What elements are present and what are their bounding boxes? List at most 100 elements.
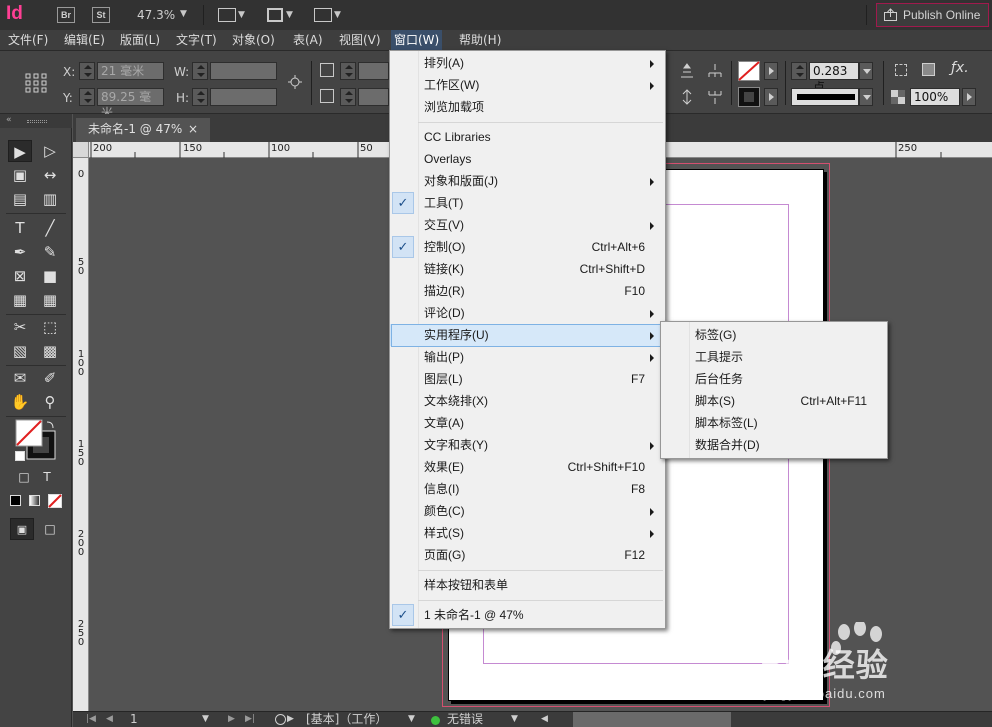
menu-item-pages[interactable]: 页面(G) F12	[390, 544, 665, 566]
previous-page-icon[interactable]: ◀	[106, 712, 113, 727]
zoom-dropdown-icon[interactable]: ▼	[180, 9, 187, 19]
frame-fitting-icon[interactable]	[895, 64, 907, 76]
zoom-level[interactable]: 47.3%	[137, 8, 175, 22]
reference-point-icon[interactable]	[25, 73, 47, 93]
menu-item-styles[interactable]: 样式(S)	[390, 522, 665, 544]
distribute-icon[interactable]	[679, 63, 695, 79]
menu-item-info[interactable]: 信息(I) F8	[390, 478, 665, 500]
menu-item-tools[interactable]: ✓ 工具(T)	[390, 192, 665, 214]
open-page-icon[interactable]	[275, 714, 286, 725]
menu-item-stroke[interactable]: 描边(R) F10	[390, 280, 665, 302]
drop-shadow-icon[interactable]	[922, 63, 935, 76]
gradient-feather-tool-icon[interactable]: ▩	[38, 340, 62, 362]
screen-mode-caret-icon[interactable]: ▼	[286, 10, 293, 20]
arrange-documents-caret-icon[interactable]: ▼	[334, 10, 341, 20]
format-container-icon[interactable]: □	[12, 466, 36, 488]
scale-y-stepper[interactable]	[340, 88, 356, 106]
content-placer-icon[interactable]: ▥	[38, 188, 62, 210]
preflight-dropdown-icon[interactable]: ▼	[511, 712, 518, 727]
align-icon[interactable]	[679, 89, 695, 105]
opacity-flyout[interactable]	[962, 88, 976, 106]
menu-item-articles[interactable]: 文章(A)	[390, 412, 665, 434]
fill-none-swatch-icon[interactable]	[738, 61, 760, 81]
w-stepper[interactable]	[192, 62, 208, 80]
rectangle-frame-tool-icon[interactable]: ⊠	[8, 265, 32, 287]
stroke-type-caret[interactable]	[859, 88, 873, 106]
content-collector-icon[interactable]: ▤	[8, 188, 32, 210]
stroke-weight-stepper[interactable]	[791, 62, 807, 80]
type-tool-icon[interactable]: T	[8, 217, 32, 239]
menu-file[interactable]: 文件(F)	[5, 30, 51, 50]
menu-item-effects[interactable]: 效果(E) Ctrl+Shift+F10	[390, 456, 665, 478]
master-dropdown-icon[interactable]: ▼	[408, 712, 415, 727]
horizontal-scrollbar[interactable]	[573, 712, 731, 727]
y-position-field[interactable]: 89.25 毫米	[97, 88, 164, 120]
scroll-left-icon[interactable]: ◀	[541, 712, 548, 727]
selection-tool-icon[interactable]: ▶	[8, 140, 32, 162]
menu-item-text-wrap[interactable]: 文本绕排(X)	[390, 390, 665, 412]
select-container-icon[interactable]	[706, 63, 724, 79]
menu-item-control[interactable]: ✓ 控制(O) Ctrl+Alt+6	[390, 236, 665, 258]
opacity-field[interactable]: 100%	[910, 88, 960, 106]
scale-y-field[interactable]	[358, 88, 389, 106]
submenu-item-script-label[interactable]: 脚本标签(L)	[661, 412, 887, 434]
x-position-field[interactable]: 21 毫米	[97, 62, 164, 80]
pencil-tool-icon[interactable]: ✎	[38, 241, 62, 263]
menu-item-arrange[interactable]: 排列(A)	[390, 52, 665, 74]
panel-grip-icon[interactable]	[27, 120, 47, 123]
menu-item-browse-addons[interactable]: 浏览加载项	[390, 96, 665, 118]
menu-item-output[interactable]: 输出(P)	[390, 346, 665, 368]
stroke-weight-dropdown[interactable]	[859, 62, 873, 80]
eyedropper-tool-icon[interactable]: ✐	[38, 367, 62, 389]
free-transform-tool-icon[interactable]: ⬚	[38, 316, 62, 338]
screen-mode-icon[interactable]	[267, 8, 283, 22]
apply-color-icon[interactable]	[10, 495, 21, 506]
line-tool-icon[interactable]: ╱	[38, 217, 62, 239]
ruler-origin[interactable]	[73, 142, 89, 158]
master-page-state[interactable]: [基本]（工作）	[306, 712, 387, 727]
submenu-item-data-merge[interactable]: 数据合并(D)	[661, 434, 887, 456]
menu-item-interactive[interactable]: 交互(V)	[390, 214, 665, 236]
constrain-proportions-icon[interactable]	[287, 74, 303, 90]
stroke-swatch-icon[interactable]	[738, 87, 760, 107]
menu-item-color[interactable]: 颜色(C)	[390, 500, 665, 522]
submenu-item-tool-hints[interactable]: 工具提示	[661, 346, 887, 368]
menu-type[interactable]: 文字(T)	[173, 30, 220, 50]
scale-x-field[interactable]	[358, 62, 389, 80]
view-options-icon[interactable]	[218, 8, 236, 22]
bridge-button[interactable]: Br	[57, 7, 75, 23]
page-dropdown-icon[interactable]: ▼	[202, 712, 209, 727]
menu-layout[interactable]: 版面(L)	[117, 30, 163, 50]
menu-item-cc-libraries[interactable]: CC Libraries	[390, 126, 665, 148]
menu-item-open-document[interactable]: ✓ 1 未命名-1 @ 47%	[390, 604, 665, 626]
pen-tool-icon[interactable]: ✒	[8, 241, 32, 263]
format-text-icon[interactable]: T	[35, 466, 59, 488]
h-stepper[interactable]	[192, 88, 208, 106]
preflight-status[interactable]: 无错误	[447, 712, 483, 727]
grid-tool-icon[interactable]: ▦	[38, 289, 62, 311]
publish-online-button[interactable]: Publish Online	[876, 3, 989, 27]
next-page-icon[interactable]: ▶	[228, 712, 235, 727]
tools-panel-header[interactable]: «	[0, 114, 72, 128]
scale-x-stepper[interactable]	[340, 62, 356, 80]
stroke-type-dropdown[interactable]	[791, 88, 859, 106]
stroke-weight-field[interactable]: 0.283 点	[809, 62, 859, 94]
fill-flyout-button[interactable]	[764, 62, 778, 80]
scissors-tool-icon[interactable]: ✂	[8, 316, 32, 338]
menu-item-workspace[interactable]: 工作区(W)	[390, 74, 665, 96]
note-tool-icon[interactable]: ✉	[8, 367, 32, 389]
hand-tool-icon[interactable]: ✋	[8, 391, 32, 413]
menu-item-object-layout[interactable]: 对象和版面(J)	[390, 170, 665, 192]
rectangle-tool-icon[interactable]: ■	[38, 265, 62, 287]
default-fill-stroke-icon[interactable]	[15, 451, 25, 461]
submenu-item-scripts[interactable]: 脚本(S) Ctrl+Alt+F11	[661, 390, 887, 412]
menu-table[interactable]: 表(A)	[290, 30, 326, 50]
submenu-item-tags[interactable]: 标签(G)	[661, 324, 887, 346]
stock-button[interactable]: St	[92, 7, 110, 23]
first-page-icon[interactable]: |◀	[86, 712, 96, 727]
last-page-icon[interactable]: ▶|	[245, 712, 255, 727]
menu-object[interactable]: 对象(O)	[229, 30, 278, 50]
menu-item-comments[interactable]: 评论(D)	[390, 302, 665, 324]
menu-help[interactable]: 帮助(H)	[456, 30, 504, 50]
menu-view[interactable]: 视图(V)	[336, 30, 384, 50]
